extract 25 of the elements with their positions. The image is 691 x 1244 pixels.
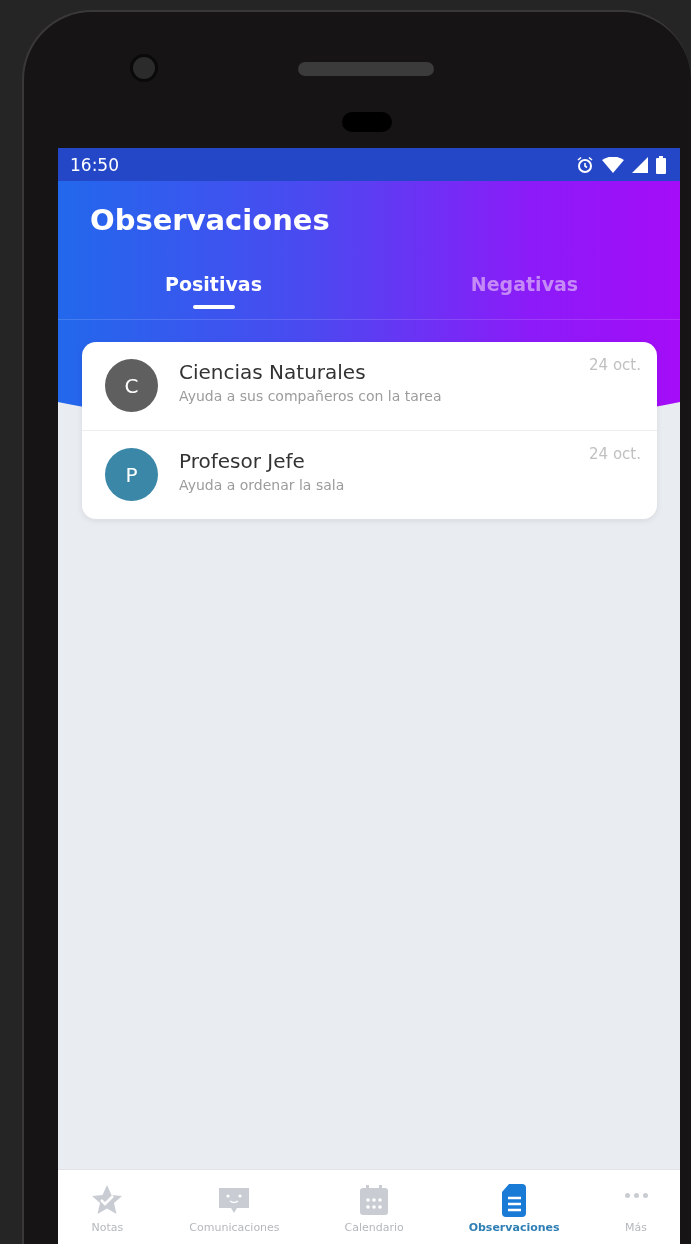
observation-description: Ayuda a ordenar la sala: [179, 477, 346, 493]
tab[interactable]: Positivas: [58, 253, 369, 319]
nav-item[interactable]: Observaciones: [468, 1182, 560, 1234]
observation-date: 24 oct.: [589, 445, 641, 463]
camera-icon: [130, 54, 158, 82]
observation-date: 24 oct.: [589, 356, 641, 374]
status-time: 16:50: [70, 154, 119, 175]
tab[interactable]: Negativas: [369, 253, 680, 319]
nav-item[interactable]: Notas: [90, 1182, 125, 1234]
battery-icon: [656, 155, 666, 174]
nav-item[interactable]: Comunicaciones: [189, 1182, 280, 1234]
observation-row[interactable]: C Ciencias Naturales Ayuda a sus compañeros con la tarea 24 oct.: [82, 342, 657, 431]
observation-description: Ayuda a sus compañeros con la tarea: [179, 388, 443, 404]
avatar: P: [105, 448, 158, 501]
page-title: Observaciones: [89, 202, 331, 239]
nav-item[interactable]: Más: [624, 1182, 648, 1234]
signal-icon: [632, 156, 648, 173]
observation-subject: Profesor Jefe: [179, 449, 306, 473]
avatar: C: [105, 359, 158, 412]
more-icon: [624, 1192, 648, 1198]
wifi-icon: [602, 156, 624, 173]
observation-row[interactable]: P Profesor Jefe Ayuda a ordenar la sala 24 oct.: [82, 431, 657, 519]
alarm-icon: [576, 155, 594, 174]
observation-subject: Ciencias Naturales: [179, 360, 367, 384]
nav-item[interactable]: Calendario: [344, 1182, 404, 1234]
